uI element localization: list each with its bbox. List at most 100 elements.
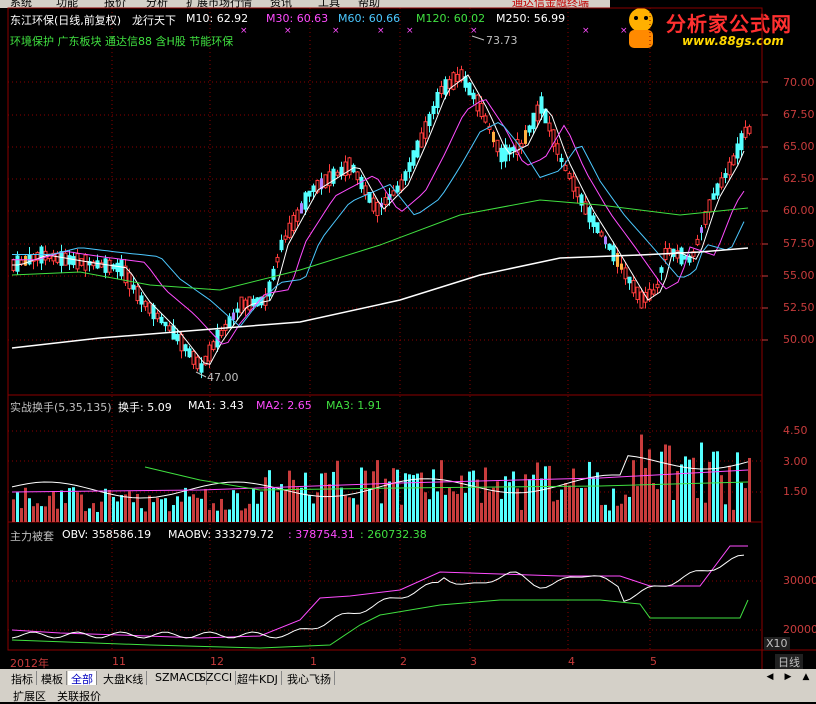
turnover-bar	[84, 511, 87, 522]
candle-body	[499, 147, 504, 163]
tab-all[interactable]: 全部	[68, 671, 97, 686]
candle-body	[83, 254, 88, 271]
turnover-bar	[556, 499, 559, 522]
obv-y-tick: 30000	[783, 574, 816, 587]
candle-body	[155, 312, 160, 320]
candle-body	[711, 193, 716, 200]
candle-body	[15, 255, 20, 272]
candle-body	[727, 161, 732, 176]
turnover-title: 实战换手(5,35,135)	[10, 401, 112, 414]
turnover-bar	[240, 510, 243, 522]
stock-chart[interactable]: × × × × × × × ×	[0, 0, 816, 669]
turnover-bar	[692, 457, 695, 522]
candle-body	[383, 197, 388, 205]
candle-body	[295, 209, 300, 222]
turnover-bar	[204, 488, 207, 522]
turnover-bar	[28, 498, 31, 522]
candle-body	[519, 142, 524, 148]
turnover-bar	[708, 461, 711, 522]
turnover-value: 换手: 5.09	[118, 401, 172, 414]
candle-body	[627, 276, 632, 284]
turnover-bar	[684, 456, 687, 522]
candle-body	[435, 92, 440, 108]
turnover-bar	[168, 511, 171, 522]
candle-body	[599, 231, 604, 237]
candle-body	[511, 146, 516, 152]
turnover-ma2: MA2: 2.65	[256, 399, 312, 412]
turnover-bar	[88, 508, 91, 522]
candle-body	[71, 256, 76, 266]
extension-bar: 扩展区 关联报价	[0, 687, 816, 703]
candle-body	[419, 132, 424, 148]
tab-szcci[interactable]: SZCCI	[196, 671, 237, 685]
turnover-bar	[576, 488, 579, 522]
turnover-bar	[188, 496, 191, 522]
period-selector[interactable]: 日线	[775, 654, 803, 670]
turnover-bar	[596, 472, 599, 522]
turnover-bar	[32, 506, 35, 522]
turnover-bar	[124, 494, 127, 522]
candle-body	[347, 157, 352, 176]
turnover-bar	[380, 503, 383, 522]
tab-kdj[interactable]: 超牛KDJ	[234, 671, 282, 686]
candle-body	[747, 126, 752, 134]
candle-body	[279, 239, 284, 251]
turnover-bar	[364, 470, 367, 522]
turnover-bar	[652, 483, 655, 522]
turnover-bar	[532, 474, 535, 522]
turnover-bar	[460, 475, 463, 522]
turnover-bar	[648, 449, 651, 522]
candle-body	[291, 214, 296, 232]
scroll-left-button[interactable]: ◀	[764, 671, 776, 683]
candle-body	[535, 104, 540, 122]
turnover-bar	[724, 504, 727, 522]
candle-body	[135, 286, 140, 302]
turnover-bar	[744, 488, 747, 522]
turnover-bar	[264, 477, 267, 522]
tab-wxfy[interactable]: 我心飞扬	[284, 671, 335, 686]
turnover-bar	[416, 473, 419, 522]
signal-mark: ×	[582, 26, 590, 36]
tab-template[interactable]: 模板	[38, 671, 67, 686]
turnover-bar	[564, 482, 567, 522]
scroll-right-button[interactable]: ▶	[782, 671, 794, 683]
turnover-bar	[508, 482, 511, 522]
candle-body	[283, 235, 288, 240]
y-tick: 55.00	[783, 269, 815, 282]
signal-mark: ×	[332, 26, 340, 36]
indicator-tab-bar: 指标 模板 全部 大盘K线 SZMACD SZCCI 超牛KDJ 我心飞扬 ◀ …	[0, 669, 816, 687]
candle-body	[651, 289, 656, 295]
candle-body	[563, 164, 568, 172]
obv-lines	[11, 545, 749, 649]
turnover-bars	[12, 434, 751, 522]
candle-body	[232, 312, 235, 320]
candle-body	[743, 126, 748, 138]
expand-button[interactable]: ▲	[800, 671, 812, 683]
candle-body	[251, 298, 256, 307]
turnover-bar	[552, 501, 555, 522]
candle-body	[739, 133, 744, 151]
candle-body	[659, 267, 664, 273]
tab-indicator[interactable]: 指标	[8, 671, 37, 686]
turnover-bar	[644, 468, 647, 522]
turnover-bar	[520, 509, 523, 522]
candle-body	[107, 259, 112, 273]
turnover-bar	[500, 498, 503, 522]
tab-index-kline[interactable]: 大盘K线	[100, 671, 148, 686]
turnover-bar	[624, 494, 627, 522]
candle-body	[567, 172, 572, 180]
time-label: 12	[210, 655, 224, 668]
y-tick: 67.50	[783, 108, 815, 121]
candle-body	[679, 247, 684, 265]
time-label: 3	[470, 655, 477, 668]
time-label: 2	[400, 655, 407, 668]
turnover-bar	[664, 444, 667, 522]
turnover-bar	[476, 479, 479, 522]
candle-body	[623, 267, 628, 280]
turnover-bar	[480, 502, 483, 522]
turnover-bar	[128, 491, 131, 522]
candle-body	[731, 155, 736, 166]
candle-body	[143, 300, 148, 308]
moving-average-lines	[11, 74, 749, 365]
turnover-bar	[592, 477, 595, 522]
